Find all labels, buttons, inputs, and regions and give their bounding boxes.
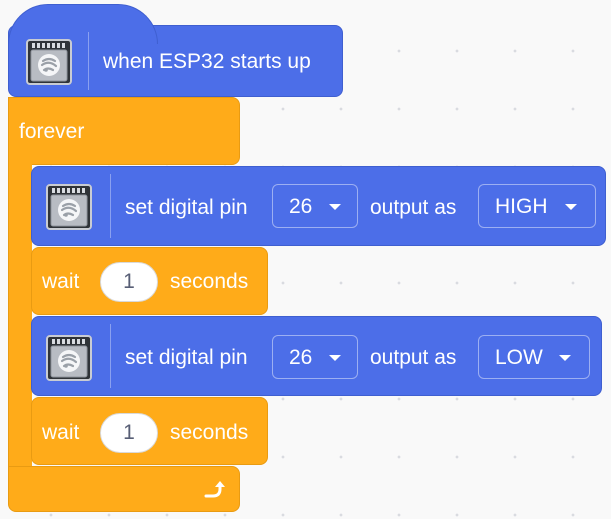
pin-dropdown-value: 26 [289,195,313,218]
chevron-down-icon [559,355,571,361]
seconds-label: seconds [170,421,249,444]
pin-dropdown[interactable]: 26 [272,184,358,228]
loop-arrow-icon [204,481,225,498]
hat-block-cap [8,4,158,44]
esp32-chip-icon [26,39,72,85]
set-digital-pin-label: set digital pin [125,346,248,369]
output-as-label: output as [370,346,457,369]
esp32-chip-icon [46,184,92,230]
hat-block-label: when ESP32 starts up [103,50,311,73]
block-separator [110,174,111,238]
wait-seconds-input[interactable]: 1 [100,262,158,302]
wait-label: wait [42,421,80,444]
pin-dropdown[interactable]: 26 [272,335,358,379]
chevron-down-icon [565,204,577,210]
forever-block-arm [8,160,32,478]
level-dropdown-value: HIGH [495,195,548,218]
level-dropdown[interactable]: LOW [478,335,590,379]
wait-label: wait [42,270,80,293]
output-as-label: output as [370,196,457,219]
hat-separator [88,32,89,90]
seconds-label: seconds [170,270,249,293]
chevron-down-icon [329,204,341,210]
wait-seconds-input[interactable]: 1 [100,413,158,453]
set-digital-pin-label: set digital pin [125,196,248,219]
esp32-chip-icon [46,335,92,381]
pin-dropdown-value: 26 [289,346,313,369]
chevron-down-icon [329,355,341,361]
block-separator [110,324,111,388]
forever-block-label: forever [19,120,85,143]
level-dropdown-value: LOW [495,346,543,369]
level-dropdown[interactable]: HIGH [478,184,596,228]
